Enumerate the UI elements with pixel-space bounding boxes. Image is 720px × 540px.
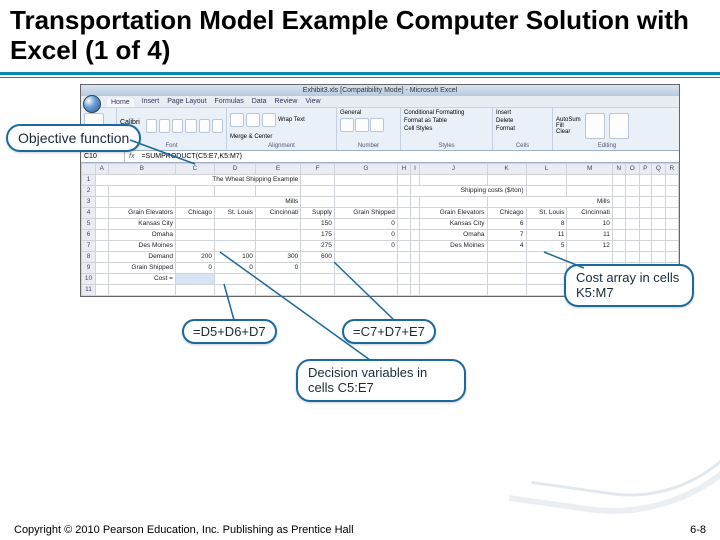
tab-home[interactable]: Home [107, 98, 134, 107]
cond-format[interactable]: Conditional Formatting [404, 110, 464, 116]
insert-cells[interactable]: Insert [496, 110, 511, 116]
table-row: 4Grain ElevatorsChicagoSt. LouisCincinna… [82, 207, 679, 218]
sort-filter-icon[interactable] [585, 113, 605, 139]
fill-color-icon[interactable] [199, 119, 210, 133]
delete-cells[interactable]: Delete [496, 118, 513, 124]
title-rule [0, 72, 720, 75]
group-alignment: Alignment [230, 143, 333, 149]
callout-cost-array: Cost array in cells K5:M7 [564, 264, 694, 307]
table-row: 8Demand200100300600 [82, 251, 679, 262]
format-cells[interactable]: Format [496, 126, 515, 132]
find-select-icon[interactable] [609, 113, 629, 139]
group-cells: Cells [496, 143, 549, 149]
comma-icon[interactable] [370, 118, 384, 132]
tab-data[interactable]: Data [252, 98, 267, 107]
ribbon-tabs: Home Insert Page Layout Formulas Data Re… [81, 96, 679, 107]
page-number: 6-8 [690, 524, 706, 536]
name-box[interactable]: C10 [81, 151, 125, 162]
underline-icon[interactable] [172, 119, 183, 133]
office-orb-icon[interactable] [83, 95, 101, 113]
copyright-text: Copyright © 2010 Pearson Education, Inc.… [14, 524, 354, 536]
align-icon[interactable] [262, 113, 276, 127]
ribbon: Clipboard Calibri 11 Font [81, 107, 679, 151]
group-number: Number [340, 143, 397, 149]
tab-page-layout[interactable]: Page Layout [167, 98, 206, 107]
align-icon[interactable] [230, 113, 244, 127]
selected-cell[interactable] [175, 273, 214, 284]
title-rule-thin [0, 77, 720, 78]
table-row: 6Omaha1750Omaha71111 [82, 229, 679, 240]
wrap-text[interactable]: Wrap Text [278, 117, 305, 123]
number-format[interactable]: General [340, 110, 361, 116]
table-row: 5Kansas City1500Kansas City6810 [82, 218, 679, 229]
callout-sum-row: =C7+D7+E7 [342, 319, 436, 344]
font-color-icon[interactable] [212, 119, 223, 133]
formula-input[interactable]: =SUMPRODUCT(C5:E7,K5:M7) [138, 151, 679, 162]
clear-btn[interactable]: Clear [556, 129, 581, 135]
table-row: 2Shipping costs ($/ton) [82, 185, 679, 196]
fx-icon[interactable]: fx [125, 153, 138, 160]
format-table[interactable]: Format as Table [404, 118, 447, 124]
slide-title: Transportation Model Example Computer So… [0, 0, 720, 68]
table-row: 7Des Moines2750Des Moines4512 [82, 240, 679, 251]
merge-center[interactable]: Merge & Center [230, 134, 272, 140]
currency-icon[interactable] [340, 118, 354, 132]
callout-sum-d: =D5+D6+D7 [182, 319, 277, 344]
cost-title: Shipping costs ($/ton) [410, 185, 526, 196]
align-icon[interactable] [246, 113, 260, 127]
table-row: 3MillsMills [82, 196, 679, 207]
italic-icon[interactable] [159, 119, 170, 133]
sheet-title: The Wheat Shipping Example [96, 174, 301, 185]
group-styles: Styles [404, 143, 489, 149]
cell-styles[interactable]: Cell Styles [404, 126, 432, 132]
tab-formulas[interactable]: Formulas [215, 98, 244, 107]
callout-decision: Decision variables in cells C5:E7 [296, 359, 466, 402]
tab-review[interactable]: Review [275, 98, 298, 107]
group-editing: Editing [556, 143, 658, 149]
percent-icon[interactable] [355, 118, 369, 132]
window-title: Exhibit3.xls [Compatibility Mode] - Micr… [81, 85, 679, 96]
table-row: 1The Wheat Shipping Example [82, 174, 679, 185]
callout-objective: Objective function [6, 124, 141, 152]
slide-footer: Copyright © 2010 Pearson Education, Inc.… [0, 524, 720, 536]
tab-insert[interactable]: Insert [142, 98, 160, 107]
bold-icon[interactable] [146, 119, 157, 133]
formula-bar: C10 fx =SUMPRODUCT(C5:E7,K5:M7) [81, 151, 679, 163]
border-icon[interactable] [185, 119, 196, 133]
tab-view[interactable]: View [305, 98, 320, 107]
